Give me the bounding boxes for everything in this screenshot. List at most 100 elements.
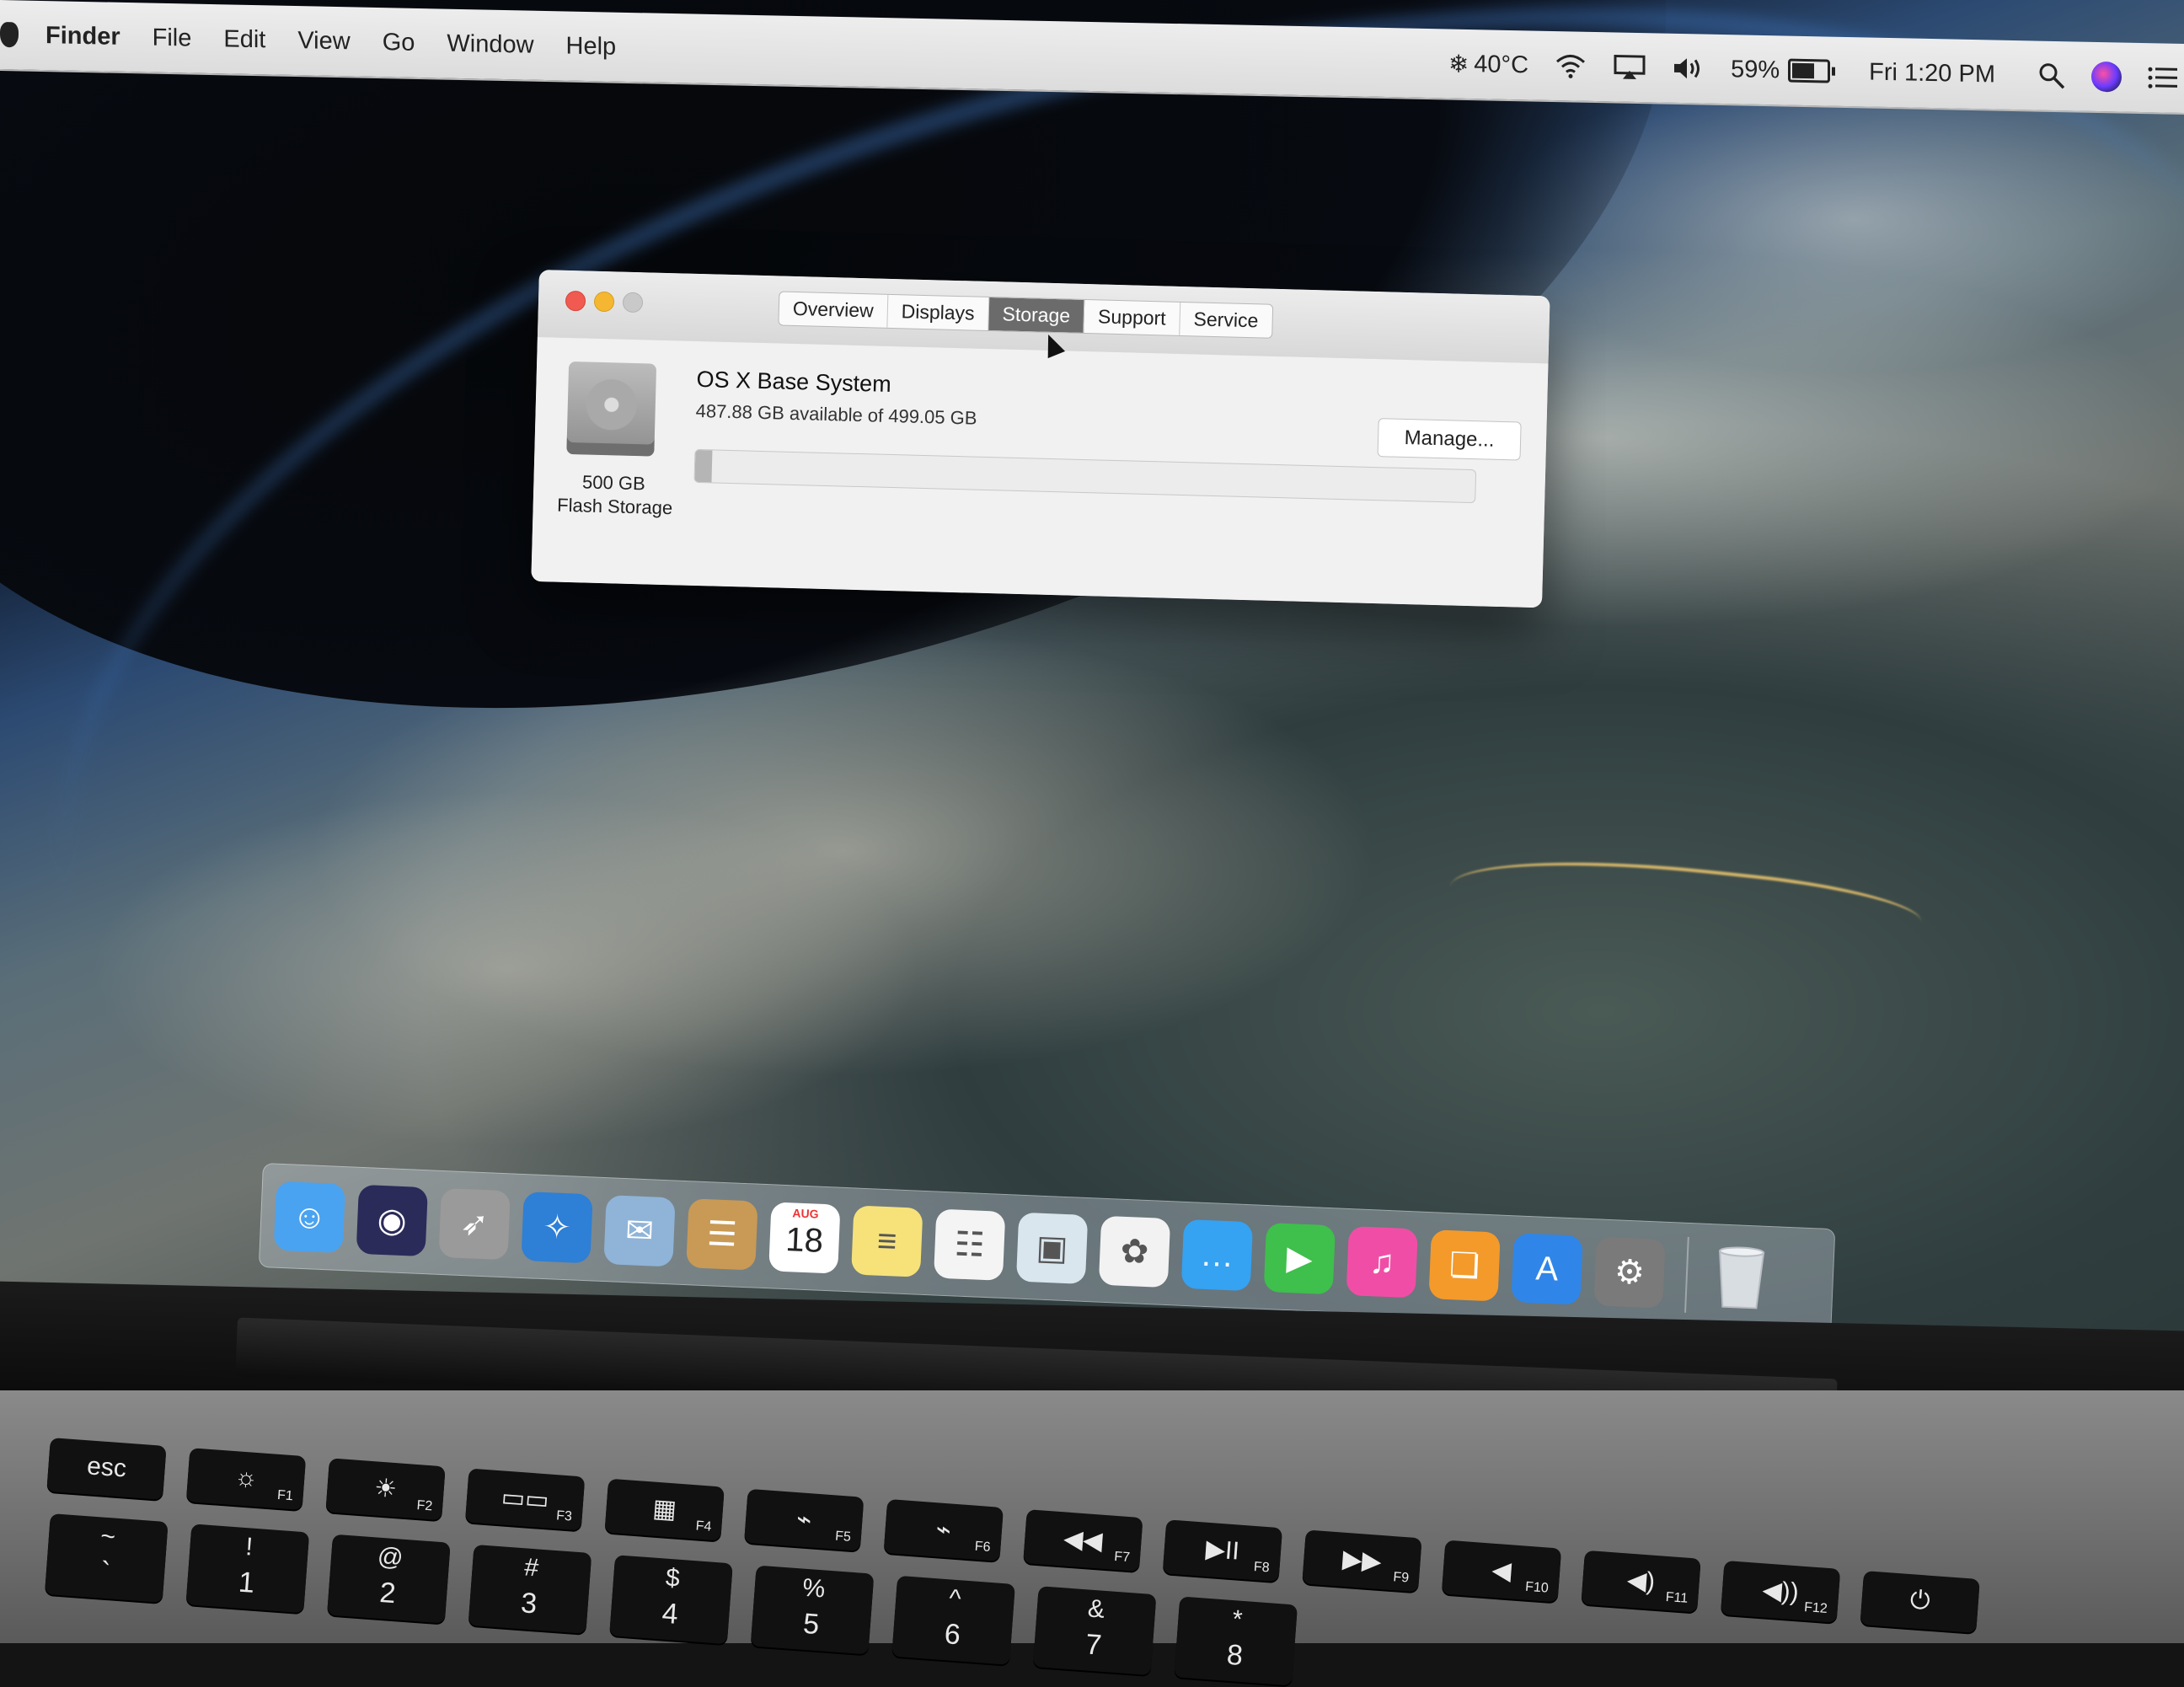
storage-used-segment xyxy=(694,449,713,483)
key-shift-label: * xyxy=(1231,1605,1244,1634)
key-fn-4: ▦ F4 xyxy=(604,1478,725,1541)
key-num-4: $4 xyxy=(609,1555,733,1645)
storage-panel: 500 GB Flash Storage OS X Base System 48… xyxy=(531,336,1549,608)
rocket-icon: ➶ xyxy=(459,1204,490,1244)
dock-separator xyxy=(1684,1236,1689,1313)
finder-icon: ☺ xyxy=(292,1197,328,1236)
key-fn-12: ◀)) F12 xyxy=(1720,1560,1841,1623)
tab-overview[interactable]: Overview xyxy=(779,292,889,328)
battery-status[interactable]: 59% xyxy=(1731,55,1836,85)
photos-flower-icon: ✿ xyxy=(1119,1232,1150,1272)
disk-type: Flash Storage xyxy=(556,494,673,519)
dock-app-trash[interactable] xyxy=(1705,1241,1776,1313)
dock-app-preview[interactable]: ▣ xyxy=(1015,1212,1089,1284)
dock-app-reminders[interactable]: ☷ xyxy=(933,1208,1006,1281)
key-fn-2: ☀ F2 xyxy=(325,1458,446,1521)
battery-percent: 59% xyxy=(1731,55,1780,83)
gear-icon: ⚙ xyxy=(1614,1253,1646,1292)
temperature-value: 40°C xyxy=(1474,50,1529,78)
reminders-icon: ☷ xyxy=(953,1225,986,1264)
dock-app-siri[interactable]: ◉ xyxy=(356,1184,428,1257)
key-sublabel: F12 xyxy=(1803,1599,1828,1616)
dock-app-facetime[interactable]: ▶ xyxy=(1263,1222,1336,1295)
key-sublabel: F1 xyxy=(276,1487,294,1504)
menu-file[interactable]: File xyxy=(153,24,192,52)
video-camera-icon: ▶ xyxy=(1286,1239,1314,1278)
spotlight-search-icon[interactable] xyxy=(2037,62,2066,91)
speech-bubbles-icon: … xyxy=(1199,1235,1235,1274)
key-fn-1: ☼ F1 xyxy=(185,1448,307,1511)
close-button[interactable] xyxy=(565,290,586,312)
key-label: 5 xyxy=(801,1607,821,1641)
compass-icon: ✧ xyxy=(542,1208,572,1247)
notification-center-icon[interactable] xyxy=(2147,65,2177,91)
dock-app-system-preferences[interactable]: ⚙ xyxy=(1593,1236,1666,1309)
dock-app-itunes[interactable]: ♫ xyxy=(1346,1226,1418,1299)
dock-app-app-store[interactable]: A xyxy=(1511,1233,1583,1305)
tab-displays[interactable]: Displays xyxy=(887,294,990,330)
calendar-month: AUG xyxy=(792,1206,819,1221)
volume-icon[interactable] xyxy=(1672,56,1705,82)
dock-app-notes[interactable]: ≡ xyxy=(851,1205,923,1277)
key-label: 8 xyxy=(1225,1638,1245,1673)
siri-icon: ◉ xyxy=(376,1201,408,1240)
key-num-0: ~ ` xyxy=(44,1513,169,1603)
zoom-button[interactable] xyxy=(622,292,644,313)
menu-edit[interactable]: Edit xyxy=(223,25,265,54)
storage-usage-bar xyxy=(693,448,1477,504)
key-shift-label: ~ xyxy=(99,1522,117,1551)
dock-app-launchpad[interactable]: ➶ xyxy=(438,1187,511,1261)
status-area: ❄ 40°C 59% Fri 1:20 PM xyxy=(1448,29,2184,114)
key-shift-label: & xyxy=(1086,1594,1106,1624)
minimize-button[interactable] xyxy=(593,291,615,313)
dock-app-calendar[interactable]: AUG 18 xyxy=(768,1202,841,1274)
key-sublabel: F7 xyxy=(1113,1549,1131,1566)
wifi-icon[interactable] xyxy=(1554,53,1587,79)
music-note-icon: ♫ xyxy=(1368,1242,1396,1281)
key-sublabel: F10 xyxy=(1524,1579,1550,1596)
tab-service[interactable]: Service xyxy=(1180,303,1272,338)
key-num-8: * 8 xyxy=(1174,1596,1298,1686)
key-fn-10: ◀ F10 xyxy=(1441,1540,1562,1603)
key-fn-8: ▶II F8 xyxy=(1162,1519,1283,1583)
app-store-icon: A xyxy=(1534,1249,1560,1288)
dock-app-messages[interactable]: … xyxy=(1180,1218,1254,1292)
notes-icon: ≡ xyxy=(876,1222,898,1261)
contacts-book-icon: ☰ xyxy=(706,1215,738,1254)
clock[interactable]: Fri 1:20 PM xyxy=(1869,58,1995,88)
tab-bar: Overview Displays Storage Support Servic… xyxy=(778,291,1273,339)
key-num-2: @2 xyxy=(327,1534,451,1624)
temperature-monitor[interactable]: ❄ 40°C xyxy=(1448,49,1528,80)
dock-app-photos[interactable]: ✿ xyxy=(1098,1215,1171,1288)
key-label: 1 xyxy=(237,1566,256,1599)
tab-storage[interactable]: Storage xyxy=(988,297,1085,333)
key-fn-7: ◀◀ F7 xyxy=(1023,1509,1143,1572)
siri-icon[interactable] xyxy=(2091,61,2122,93)
manage-button[interactable]: Manage... xyxy=(1377,418,1522,461)
menu-app-name[interactable]: Finder xyxy=(46,22,120,51)
key-shift-label: ! xyxy=(244,1533,254,1561)
dock-app-finder[interactable]: ☺ xyxy=(273,1181,346,1254)
key-label: 4 xyxy=(661,1597,680,1631)
key-fn-9: ▶▶ F9 xyxy=(1302,1529,1422,1593)
apple-menu-icon[interactable] xyxy=(0,22,19,48)
tab-support[interactable]: Support xyxy=(1084,299,1181,335)
key-sublabel: F11 xyxy=(1665,1589,1689,1606)
about-this-mac-window: Overview Displays Storage Support Servic… xyxy=(531,270,1550,608)
key-fn-6: ⌁ F6 xyxy=(883,1498,1004,1561)
volume-name: OS X Base System xyxy=(696,366,892,397)
menu-window[interactable]: Window xyxy=(447,29,533,59)
key-fn-11: ◀) F11 xyxy=(1581,1550,1701,1613)
calendar-day: 18 xyxy=(784,1221,824,1260)
hard-drive-icon xyxy=(566,361,657,457)
dock-app-safari[interactable]: ✧ xyxy=(521,1192,593,1264)
airplay-icon[interactable] xyxy=(1613,53,1646,81)
key-fn-3: ▭▭ F3 xyxy=(464,1468,586,1531)
dock-app-contacts[interactable]: ☰ xyxy=(686,1198,758,1271)
menu-view[interactable]: View xyxy=(297,27,350,56)
dock-app-mail[interactable]: ✉ xyxy=(603,1195,676,1267)
menu-go[interactable]: Go xyxy=(383,29,415,57)
disk-size: 500 GB xyxy=(581,471,646,495)
menu-help[interactable]: Help xyxy=(566,32,617,61)
dock-app-ibooks[interactable]: ❏ xyxy=(1428,1229,1501,1302)
